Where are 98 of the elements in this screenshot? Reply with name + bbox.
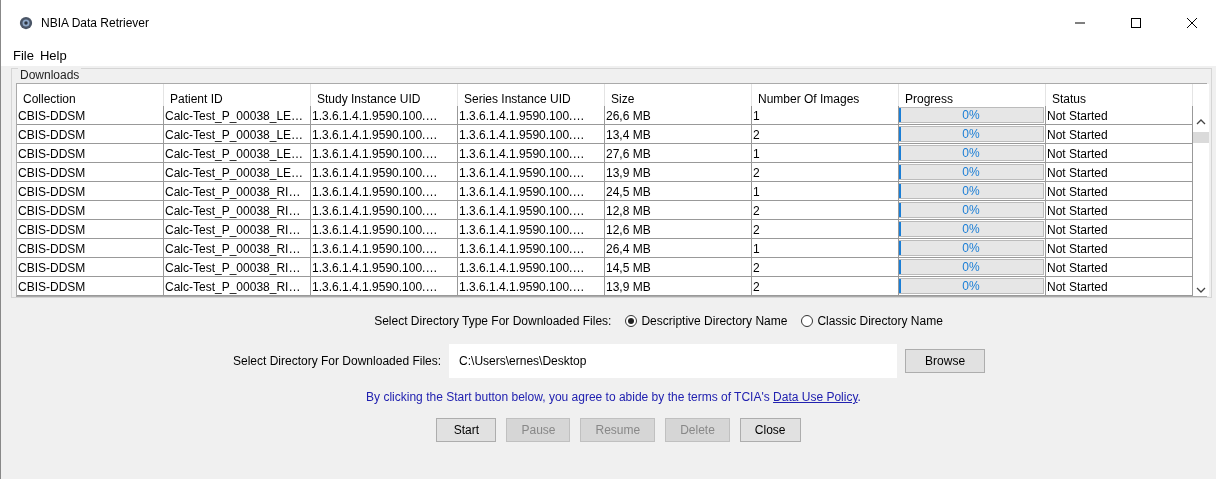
directory-type-label: Select Directory Type For Downloaded Files: (374, 314, 612, 328)
app-icon (19, 15, 33, 30)
table-cell: CBIS-DDSM (17, 106, 164, 125)
table-cell: 2 (752, 277, 899, 296)
table-cell: 1.3.6.1.4.1.9590.100.… (311, 106, 458, 125)
table-cell: Calc-Test_P_00038_LE… (164, 125, 311, 144)
table-cell: 14,5 MB (605, 258, 752, 277)
progress-text: 0% (962, 108, 980, 122)
table-cell: 2 (752, 125, 899, 144)
action-button[interactable]: Start (436, 418, 497, 442)
column-header[interactable]: Size (605, 84, 752, 106)
table-cell: 1.3.6.1.4.1.9590.100.… (311, 201, 458, 220)
progress-text: 0% (962, 241, 980, 255)
group-title: Downloads (18, 68, 82, 82)
column-header[interactable]: Progress (899, 84, 1046, 106)
menu-item[interactable]: Help (39, 48, 67, 63)
scroll-thumb[interactable] (1193, 132, 1209, 143)
table-cell: 1.3.6.1.4.1.9590.100.… (458, 220, 605, 239)
table-cell: 1.3.6.1.4.1.9590.100.… (458, 239, 605, 258)
table-cell: CBIS-DDSM (17, 125, 164, 144)
table-cell: CBIS-DDSM (17, 144, 164, 163)
action-button[interactable]: Close (739, 418, 801, 442)
table-cell: 24,5 MB (605, 182, 752, 201)
table-cell: CBIS-DDSM (17, 201, 164, 220)
agreement-text: By clicking the Start button below, you agree to abide by the terms of TCIA's Data Use Policy. (366, 390, 861, 404)
table-cell: Calc-Test_P_00038_RI… (164, 182, 311, 201)
table-cell: 1 (752, 106, 899, 125)
table-cell: 12,6 MB (605, 220, 752, 239)
directory-field[interactable]: C:\Users\ernes\Desktop (449, 344, 898, 378)
column-header[interactable]: Number Of Images (752, 84, 899, 106)
table-cell: 1.3.6.1.4.1.9590.100.… (311, 144, 458, 163)
table-cell: 2 (752, 163, 899, 182)
scroll-up-icon[interactable] (1196, 118, 1206, 126)
table-cell: Calc-Test_P_00038_RI… (164, 277, 311, 296)
maximize-icon[interactable] (1130, 16, 1142, 29)
scrollbar[interactable] (1193, 84, 1209, 296)
table-cell: 1.3.6.1.4.1.9590.100.… (458, 125, 605, 144)
table-cell: 27,6 MB (605, 144, 752, 163)
radio-option[interactable]: Descriptive Directory Name (625, 314, 788, 328)
table-cell: 1.3.6.1.4.1.9590.100.… (311, 220, 458, 239)
table-cell: Calc-Test_P_00038_RI… (164, 258, 311, 277)
table-cell: 1.3.6.1.4.1.9590.100.… (311, 163, 458, 182)
table-cell: 1.3.6.1.4.1.9590.100.… (311, 277, 458, 296)
radio-option[interactable]: Classic Directory Name (801, 314, 943, 328)
table-cell: 1.3.6.1.4.1.9590.100.… (311, 182, 458, 201)
progress-text: 0% (962, 222, 980, 236)
table-cell: Calc-Test_P_00038_RI… (164, 201, 311, 220)
table-cell: CBIS-DDSM (17, 239, 164, 258)
table-cell: Calc-Test_P_00038_LE… (164, 163, 311, 182)
table-cell: 26,6 MB (605, 106, 752, 125)
table-cell: 1.3.6.1.4.1.9590.100.… (311, 239, 458, 258)
scroll-down-icon[interactable] (1196, 286, 1206, 294)
table-cell: 13,4 MB (605, 125, 752, 144)
table-cell: CBIS-DDSM (17, 277, 164, 296)
column-header[interactable]: Collection (17, 84, 164, 106)
table-cell: CBIS-DDSM (17, 220, 164, 239)
table-cell: CBIS-DDSM (17, 258, 164, 277)
table-cell: 1.3.6.1.4.1.9590.100.… (458, 182, 605, 201)
table-cell: 1.3.6.1.4.1.9590.100.… (458, 106, 605, 125)
table-cell: 1.3.6.1.4.1.9590.100.… (458, 163, 605, 182)
table-cell: Calc-Test_P_00038_LE… (164, 144, 311, 163)
browse-button[interactable]: Browse (905, 349, 986, 373)
progress-text: 0% (962, 127, 980, 141)
window-title: NBIA Data Retriever (41, 15, 150, 30)
progress-text: 0% (962, 203, 980, 217)
table-cell: 1.3.6.1.4.1.9590.100.… (458, 277, 605, 296)
table-cell: 1.3.6.1.4.1.9590.100.… (311, 258, 458, 277)
table-cell: 1.3.6.1.4.1.9590.100.… (311, 125, 458, 144)
table-cell: Calc-Test_P_00038_RI… (164, 220, 311, 239)
table-cell: 2 (752, 201, 899, 220)
progress-text: 0% (962, 279, 980, 293)
table-cell: 1 (752, 144, 899, 163)
table-cell: 1 (752, 182, 899, 201)
progress-text: 0% (962, 260, 980, 274)
table-cell: 26,4 MB (605, 239, 752, 258)
table-cell: CBIS-DDSM (17, 182, 164, 201)
column-header[interactable]: Series Instance UID (458, 84, 605, 106)
table-cell: 2 (752, 258, 899, 277)
table-cell: 1.3.6.1.4.1.9590.100.… (458, 144, 605, 163)
table-cell: 1.3.6.1.4.1.9590.100.… (458, 201, 605, 220)
table-cell: 12,8 MB (605, 201, 752, 220)
table-cell: 2 (752, 220, 899, 239)
table-cell: 13,9 MB (605, 163, 752, 182)
table-cell: 13,9 MB (605, 277, 752, 296)
table-cell: Calc-Test_P_00038_LE… (164, 106, 311, 125)
table-cell: 1 (752, 239, 899, 258)
progress-text: 0% (962, 184, 980, 198)
table-cell: CBIS-DDSM (17, 163, 164, 182)
progress-text: 0% (962, 165, 980, 179)
table-cell: 1.3.6.1.4.1.9590.100.… (458, 258, 605, 277)
column-header[interactable]: Patient ID (164, 84, 311, 106)
directory-label: Select Directory For Downloaded Files: (233, 354, 442, 368)
data-use-policy-link[interactable]: Data Use Policy (773, 390, 858, 404)
progress-text: 0% (962, 146, 980, 160)
column-header[interactable]: Study Instance UID (311, 84, 458, 106)
menu-item[interactable]: File (13, 48, 34, 63)
close-icon[interactable] (1186, 16, 1198, 29)
table-cell: Calc-Test_P_00038_RI… (164, 239, 311, 258)
